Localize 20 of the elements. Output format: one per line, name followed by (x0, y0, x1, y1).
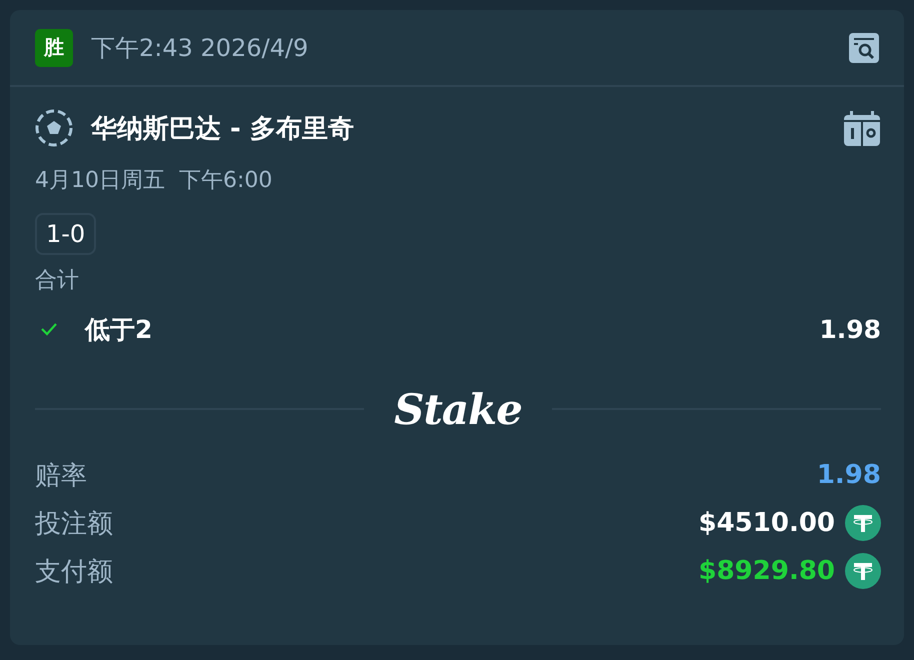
placed-time: 下午2:43 2026/4/9 (91, 32, 310, 64)
summary-label: 投注额 (35, 508, 113, 540)
summary-value: $8929.80 (698, 556, 835, 586)
selection-label: 低于2 (85, 314, 154, 346)
summary-value: $4510.00 (698, 508, 835, 538)
scoreboard-icon[interactable] (843, 109, 881, 147)
soccer-ball-icon (35, 109, 73, 147)
receipt-search-icon[interactable] (848, 32, 880, 64)
tether-coin-icon (845, 505, 881, 541)
selection-odds: 1.98 (819, 314, 881, 344)
brand-logo: Stake (394, 384, 522, 434)
match-title: 华纳斯巴达 - 多布里奇 (91, 112, 355, 146)
summary-label: 赔率 (35, 460, 87, 492)
market-name: 合计 (35, 267, 80, 295)
match-start-time: 4月10日周五 下午6:00 (35, 167, 274, 195)
summary-label: 支付额 (35, 556, 113, 588)
tether-coin-icon (845, 553, 881, 589)
score-chip: 1-0 (35, 213, 96, 255)
summary-value: 1.98 (816, 460, 881, 490)
result-badge: 胜 (35, 28, 73, 66)
